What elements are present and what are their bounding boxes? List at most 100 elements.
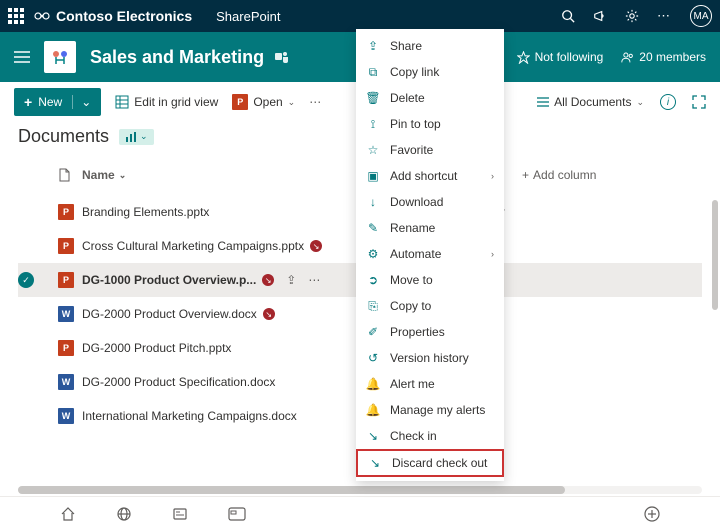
menu-check-in[interactable]: ↘Check in — [356, 423, 504, 449]
library-title: Documents — [18, 126, 109, 147]
org-name: Contoso Electronics — [56, 8, 192, 24]
members-button[interactable]: 20 members — [621, 50, 706, 64]
menu-share[interactable]: ⇪Share — [356, 33, 504, 59]
view-selector[interactable]: All Documents ⌄ — [537, 95, 644, 109]
file-name[interactable]: DG-1000 Product Overview.p... — [82, 273, 256, 287]
menu-discard-check-out[interactable]: ↘Discard check out — [356, 449, 504, 477]
avatar[interactable]: MA — [690, 5, 712, 27]
scrollbar-thumb[interactable] — [18, 486, 565, 494]
rename-icon: ✎ — [366, 221, 380, 235]
menu-add-shortcut[interactable]: ▣Add shortcut› — [356, 163, 504, 189]
org-brand[interactable]: Contoso Electronics — [34, 8, 192, 24]
globe-icon[interactable] — [116, 506, 132, 522]
file-type-column[interactable] — [58, 168, 82, 182]
file-name[interactable]: Cross Cultural Marketing Campaigns.pptx — [82, 239, 304, 253]
powerpoint-icon: P — [232, 94, 248, 110]
chevron-down-icon: ⌄ — [119, 170, 127, 181]
pin-icon: ⟟ — [366, 117, 380, 132]
megaphone-icon[interactable] — [593, 9, 607, 23]
discard-icon: ↘ — [368, 456, 382, 470]
chevron-down-icon: ⌄ — [140, 131, 148, 142]
list-icon — [537, 96, 549, 108]
bottom-nav — [0, 496, 720, 530]
menu-move-to[interactable]: ➲Move to — [356, 267, 504, 293]
menu-automate[interactable]: ⚙Automate› — [356, 241, 504, 267]
share-icon[interactable]: ⇪ — [286, 273, 296, 287]
settings-icon[interactable] — [625, 9, 639, 23]
menu-download[interactable]: ↓Download — [356, 189, 504, 215]
chart-icon — [125, 131, 137, 143]
menu-pin[interactable]: ⟟Pin to top — [356, 111, 504, 137]
link-icon: ⧉ — [366, 65, 380, 80]
file-name[interactable]: DG-2000 Product Pitch.pptx — [82, 341, 231, 355]
menu-manage-alerts[interactable]: 🔔Manage my alerts — [356, 397, 504, 423]
site-logo[interactable] — [44, 41, 76, 73]
file-name[interactable]: International Marketing Campaigns.docx — [82, 409, 297, 423]
chevron-down-icon: ⌄ — [288, 97, 296, 108]
add-column[interactable]: + Add column — [522, 168, 642, 182]
row-check[interactable]: ✓ — [18, 272, 34, 288]
home-icon[interactable] — [60, 506, 76, 522]
horizontal-scrollbar[interactable] — [18, 486, 702, 494]
follow-button[interactable]: Not following — [517, 50, 604, 64]
new-button[interactable]: + New ⌄ — [14, 88, 101, 116]
org-logo-icon — [34, 8, 50, 24]
submenu-arrow-icon: › — [491, 171, 494, 181]
word-icon: W — [58, 306, 74, 322]
people-icon — [621, 51, 634, 64]
more-icon[interactable]: ⋯ — [657, 8, 672, 24]
edit-grid-button[interactable]: Edit in grid view — [115, 95, 218, 109]
file-name[interactable]: DG-2000 Product Overview.docx — [82, 307, 257, 321]
app-name[interactable]: SharePoint — [216, 9, 280, 24]
automate-icon: ⚙ — [366, 247, 380, 261]
open-button[interactable]: P Open ⌄ — [232, 94, 295, 110]
suite-bar: Contoso Electronics SharePoint ⋯ MA — [0, 0, 720, 32]
hamburger-icon[interactable] — [14, 51, 30, 63]
checked-out-badge: ↘ — [310, 240, 322, 252]
expand-icon[interactable] — [692, 95, 706, 109]
more-commands-button[interactable]: ⋯ — [309, 95, 321, 109]
more-icon[interactable]: ⋯ — [308, 273, 320, 287]
powerpoint-icon: P — [58, 238, 74, 254]
card-icon[interactable] — [228, 507, 246, 521]
menu-rename[interactable]: ✎Rename — [356, 215, 504, 241]
word-icon: W — [58, 374, 74, 390]
trash-icon: 🗑 — [366, 91, 380, 105]
checkin-icon: ↘ — [366, 429, 380, 443]
context-menu: ⇪Share ⧉Copy link 🗑Delete ⟟Pin to top ☆F… — [356, 29, 504, 481]
checked-out-badge: ↘ — [262, 274, 274, 286]
news-icon[interactable] — [172, 506, 188, 522]
shortcut-icon: ▣ — [366, 169, 380, 183]
menu-delete[interactable]: 🗑Delete — [356, 85, 504, 111]
menu-properties[interactable]: ✐Properties — [356, 319, 504, 345]
info-icon[interactable]: i — [660, 94, 676, 110]
add-icon[interactable] — [644, 506, 660, 522]
site-title[interactable]: Sales and Marketing — [90, 47, 264, 68]
bell-icon: 🔔 — [366, 377, 380, 391]
powerpoint-icon: P — [58, 204, 74, 220]
search-icon[interactable] — [561, 9, 575, 23]
copy-icon: ⎘ — [366, 299, 380, 314]
word-icon: W — [58, 408, 74, 424]
star-icon — [517, 51, 530, 64]
menu-copy-to[interactable]: ⎘Copy to — [356, 293, 504, 319]
file-name[interactable]: DG-2000 Product Specification.docx — [82, 375, 275, 389]
vertical-scrollbar[interactable] — [712, 200, 718, 310]
menu-favorite[interactable]: ☆Favorite — [356, 137, 504, 163]
chevron-down-icon: ⌄ — [72, 95, 91, 109]
move-icon: ➲ — [366, 273, 380, 287]
menu-copy-link[interactable]: ⧉Copy link — [356, 59, 504, 85]
teams-icon[interactable] — [274, 49, 290, 65]
download-icon: ↓ — [366, 195, 380, 209]
file-name[interactable]: Branding Elements.pptx — [82, 205, 209, 219]
menu-version-history[interactable]: ↺Version history — [356, 345, 504, 371]
site-logo-icon — [49, 46, 71, 68]
properties-icon: ✐ — [366, 325, 380, 339]
app-launcher-icon[interactable] — [8, 8, 24, 24]
grid-icon — [115, 95, 129, 109]
chart-view-button[interactable]: ⌄ — [119, 129, 154, 145]
manage-alerts-icon: 🔔 — [366, 403, 380, 417]
star-icon: ☆ — [366, 143, 380, 157]
menu-alert-me[interactable]: 🔔Alert me — [356, 371, 504, 397]
submenu-arrow-icon: › — [491, 249, 494, 259]
